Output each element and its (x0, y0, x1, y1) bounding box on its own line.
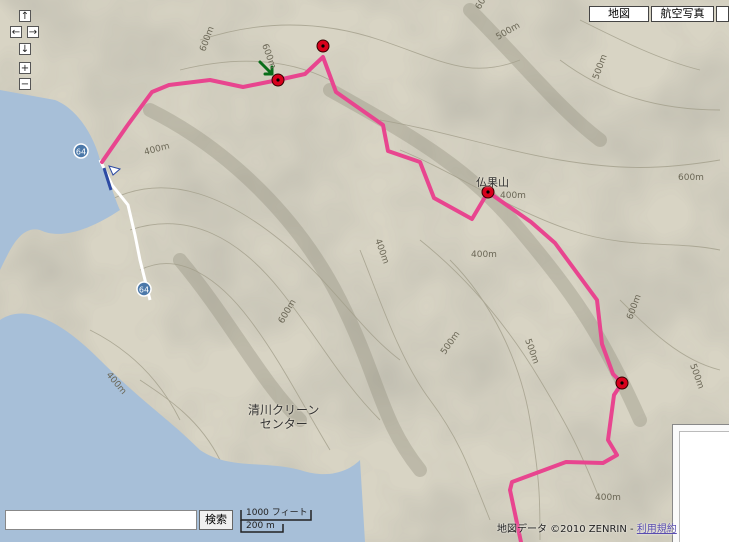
contour-label: 400m (595, 493, 621, 503)
overview-map-inset[interactable] (672, 424, 729, 542)
search-button[interactable]: 検索 (199, 510, 233, 530)
contour-label: 600m (678, 173, 704, 183)
terms-link[interactable]: 利用規約 (637, 524, 677, 535)
overview-map-frame (679, 431, 729, 542)
waypoint-marker[interactable] (271, 73, 285, 87)
route-64-label: 64 (139, 286, 149, 295)
scale-imperial-label: 1000 フィート (246, 508, 308, 518)
terrain-layer: 64 64 600m 600m 400m 600m 400m 500m 500m… (0, 0, 729, 542)
waypoint-marker[interactable] (615, 376, 629, 390)
summit-label: 仏果山 (476, 176, 509, 189)
facility-label: 清川クリーン センター (248, 403, 319, 431)
waypoint-marker[interactable] (316, 39, 330, 53)
map-type-map-button[interactable]: 地図 (589, 6, 649, 22)
map-viewport[interactable]: 64 64 600m 600m 400m 600m 400m 500m 500m… (0, 0, 729, 542)
zoom-in-button[interactable]: + (19, 62, 31, 74)
pan-up-button[interactable]: ↑ (19, 10, 31, 22)
scale-metric-label: 200 m (246, 521, 275, 531)
contour-label: 400m (500, 191, 526, 201)
search-input[interactable] (5, 510, 197, 530)
attribution: 地図データ ©2010 ZENRIN - 利用規約 (497, 520, 677, 535)
attribution-text: 地図データ ©2010 ZENRIN - (497, 524, 637, 535)
map-type-more-button[interactable] (716, 6, 729, 22)
route-64-label: 64 (76, 148, 86, 157)
facility-label-line2: センター (259, 417, 308, 431)
map-type-satellite-button[interactable]: 航空写真 (651, 6, 714, 22)
pan-down-button[interactable]: ↓ (19, 43, 31, 55)
zoom-out-button[interactable]: − (19, 78, 31, 90)
route-64-shield: 64 (136, 281, 152, 297)
facility-label-line1: 清川クリーン (248, 403, 320, 417)
pan-left-button[interactable]: ← (10, 26, 22, 38)
route-64-shield: 64 (73, 143, 89, 159)
contour-label: 400m (471, 250, 497, 260)
pan-right-button[interactable]: → (27, 26, 39, 38)
